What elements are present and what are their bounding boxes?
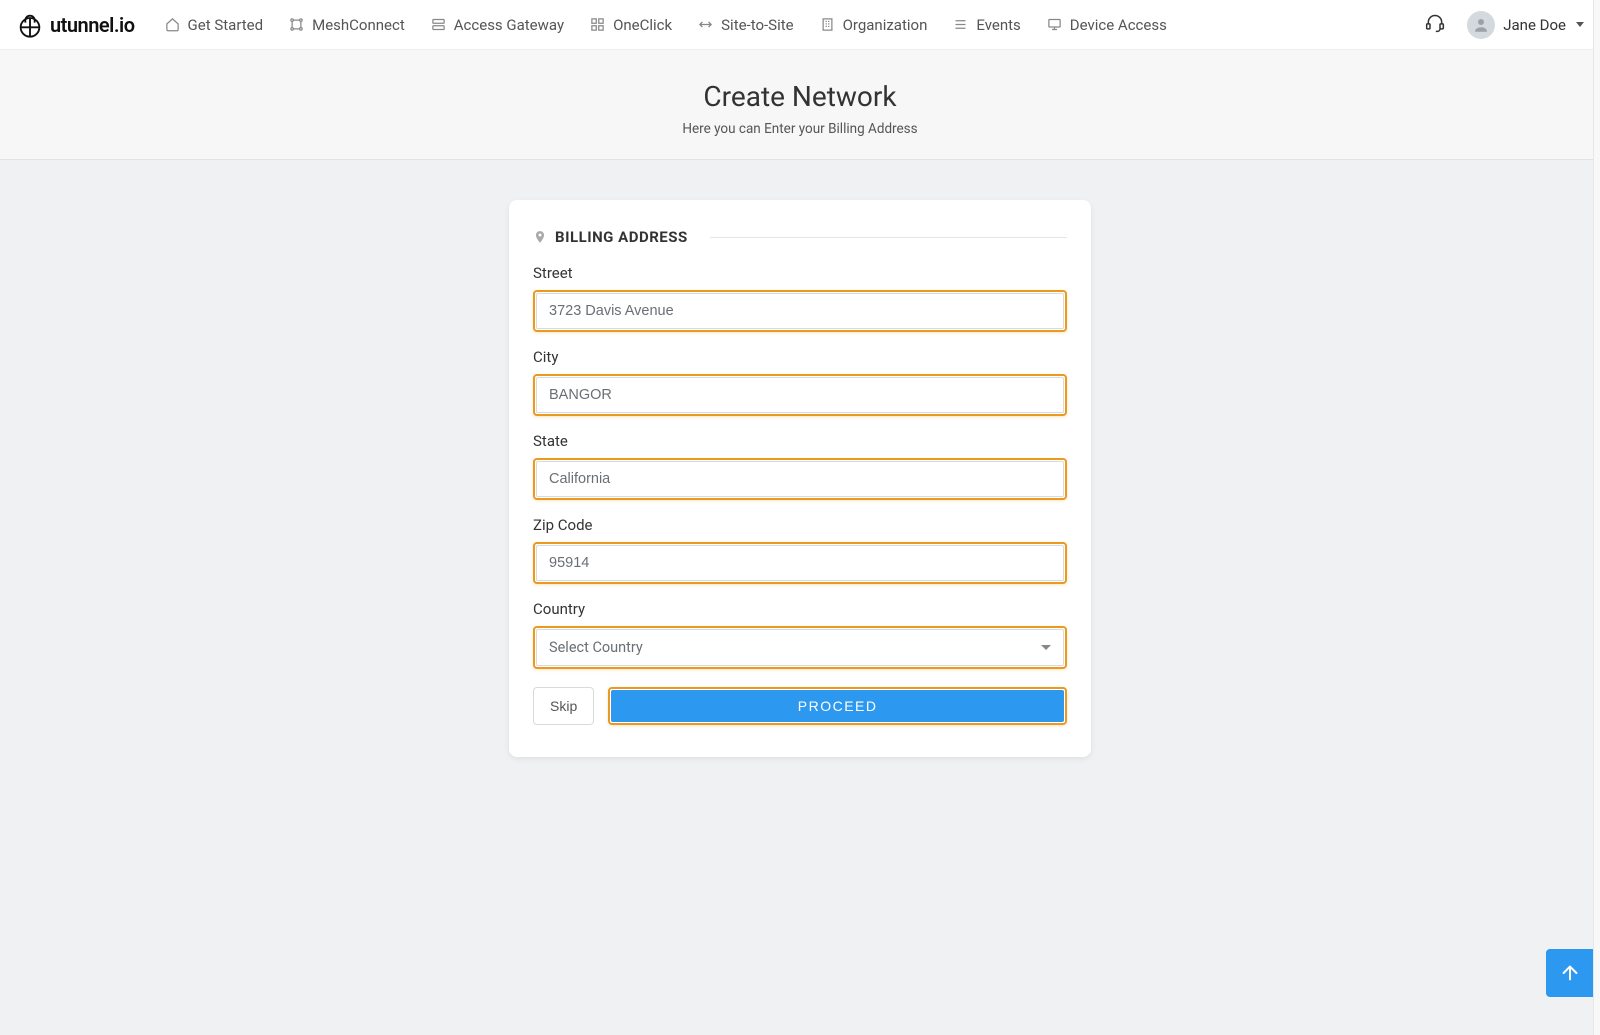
nav-right: Jane Doe — [1425, 11, 1584, 39]
brand-text: utunnel.io — [50, 13, 135, 37]
zip-input[interactable] — [536, 545, 1064, 581]
billing-card: BILLING ADDRESS Street City State Zip Co… — [509, 200, 1091, 757]
chevron-down-icon — [1041, 645, 1051, 650]
street-label: Street — [533, 264, 1067, 282]
primary-nav: Get Started MeshConnect Access Gateway O… — [165, 16, 1426, 34]
field-country: Country Select Country — [533, 600, 1067, 669]
map-pin-icon — [533, 229, 547, 245]
lock-globe-icon — [16, 11, 44, 39]
home-icon — [165, 17, 180, 32]
user-name: Jane Doe — [1503, 16, 1566, 34]
street-input[interactable] — [536, 293, 1064, 329]
country-label: Country — [533, 600, 1067, 618]
page-subtitle: Here you can Enter your Billing Address — [0, 121, 1600, 137]
state-input-highlight — [533, 458, 1067, 500]
nav-device-access[interactable]: Device Access — [1047, 16, 1167, 34]
nav-events[interactable]: Events — [953, 16, 1020, 34]
support-icon[interactable] — [1425, 13, 1445, 37]
building-icon — [820, 17, 835, 32]
section-header: BILLING ADDRESS — [533, 228, 1067, 246]
state-label: State — [533, 432, 1067, 450]
proceed-highlight: PROCEED — [608, 687, 1067, 725]
nav-organization[interactable]: Organization — [820, 16, 928, 34]
page-header: Create Network Here you can Enter your B… — [0, 50, 1600, 160]
form-actions: Skip PROCEED — [533, 687, 1067, 725]
monitor-icon — [1047, 17, 1062, 32]
proceed-button[interactable]: PROCEED — [611, 690, 1064, 722]
street-input-highlight — [533, 290, 1067, 332]
viewport-edge — [1593, 0, 1600, 1035]
field-zip: Zip Code — [533, 516, 1067, 584]
grid-icon — [590, 17, 605, 32]
page-title: Create Network — [0, 80, 1600, 113]
arrow-up-icon — [1559, 962, 1581, 984]
nav-label: Get Started — [188, 16, 264, 34]
top-navbar: utunnel.io Get Started MeshConnect Acces… — [0, 0, 1600, 50]
nav-access-gateway[interactable]: Access Gateway — [431, 16, 564, 34]
exchange-icon — [698, 17, 713, 32]
nav-label: Organization — [843, 16, 928, 34]
nav-label: Events — [976, 16, 1020, 34]
section-title: BILLING ADDRESS — [555, 228, 688, 246]
city-input-highlight — [533, 374, 1067, 416]
nav-label: Access Gateway — [454, 16, 564, 34]
skip-button[interactable]: Skip — [533, 687, 594, 725]
list-icon — [953, 17, 968, 32]
user-menu[interactable]: Jane Doe — [1467, 11, 1584, 39]
field-city: City — [533, 348, 1067, 416]
nav-oneclick[interactable]: OneClick — [590, 16, 672, 34]
nav-label: Site-to-Site — [721, 16, 793, 34]
city-input[interactable] — [536, 377, 1064, 413]
chevron-down-icon — [1576, 22, 1584, 27]
section-divider — [710, 237, 1067, 238]
field-street: Street — [533, 264, 1067, 332]
country-select[interactable]: Select Country — [536, 629, 1064, 666]
scroll-to-top-button[interactable] — [1546, 949, 1594, 997]
mesh-icon — [289, 17, 304, 32]
country-select-highlight: Select Country — [533, 626, 1067, 669]
nav-label: OneClick — [613, 16, 672, 34]
country-select-value: Select Country — [549, 639, 643, 656]
brand-logo[interactable]: utunnel.io — [16, 11, 135, 39]
state-input[interactable] — [536, 461, 1064, 497]
field-state: State — [533, 432, 1067, 500]
zip-input-highlight — [533, 542, 1067, 584]
avatar — [1467, 11, 1495, 39]
server-icon — [431, 17, 446, 32]
nav-meshconnect[interactable]: MeshConnect — [289, 16, 405, 34]
city-label: City — [533, 348, 1067, 366]
nav-get-started[interactable]: Get Started — [165, 16, 264, 34]
nav-label: Device Access — [1070, 16, 1167, 34]
nav-label: MeshConnect — [312, 16, 405, 34]
zip-label: Zip Code — [533, 516, 1067, 534]
nav-site-to-site[interactable]: Site-to-Site — [698, 16, 793, 34]
